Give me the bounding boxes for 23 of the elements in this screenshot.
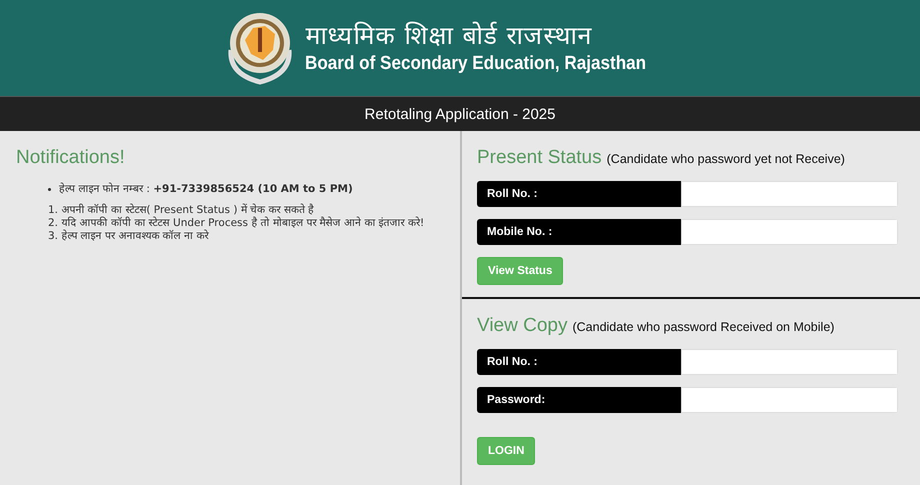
- submit-button[interactable]: LOGIN: [477, 437, 536, 465]
- notification-item: 2. यदि आपकी कॉपी का स्टेटस Under Process है तो मोबाइल पर मैसेज आने का इंतजार करे!: [48, 217, 426, 230]
- form-heading: Present Status: [477, 147, 602, 169]
- field-label: Password:: [477, 387, 681, 413]
- input-field[interactable]: [681, 349, 898, 375]
- input-field[interactable]: [681, 219, 898, 245]
- helpline-text: हेल्प लाइन फोन नम्बर : +91-7339856524 (10 AM to 5 PM): [59, 183, 353, 196]
- notifications-heading: Notifications!: [16, 147, 126, 169]
- input-field[interactable]: [681, 387, 898, 413]
- bullet-icon: [48, 188, 51, 191]
- notification-item: 3. हेल्प लाइन पर अनावश्यक कॉल ना करे: [48, 230, 210, 243]
- field-label: Mobile No. :: [477, 219, 681, 245]
- field-label: Roll No. :: [477, 181, 681, 207]
- input-field[interactable]: [681, 181, 898, 207]
- field-label: Roll No. :: [477, 349, 681, 375]
- notification-item: 1. अपनी कॉपी का स्टेटस( Present Status ) में चेक कर सकते है: [48, 204, 316, 216]
- form-subtitle: (Candidate who password Received on Mobile): [572, 320, 834, 334]
- form-heading: View Copy: [477, 315, 568, 337]
- form-subtitle: (Candidate who password yet not Receive): [606, 152, 845, 166]
- submit-button[interactable]: View Status: [477, 257, 564, 285]
- board-name-hindi: माध्यमिक शिक्षा बोर्ड राजस्थान: [305, 20, 592, 52]
- board-name-english: Board of Secondary Education, Rajasthan: [305, 52, 647, 76]
- page-title: Retotaling Application - 2025: [364, 106, 556, 122]
